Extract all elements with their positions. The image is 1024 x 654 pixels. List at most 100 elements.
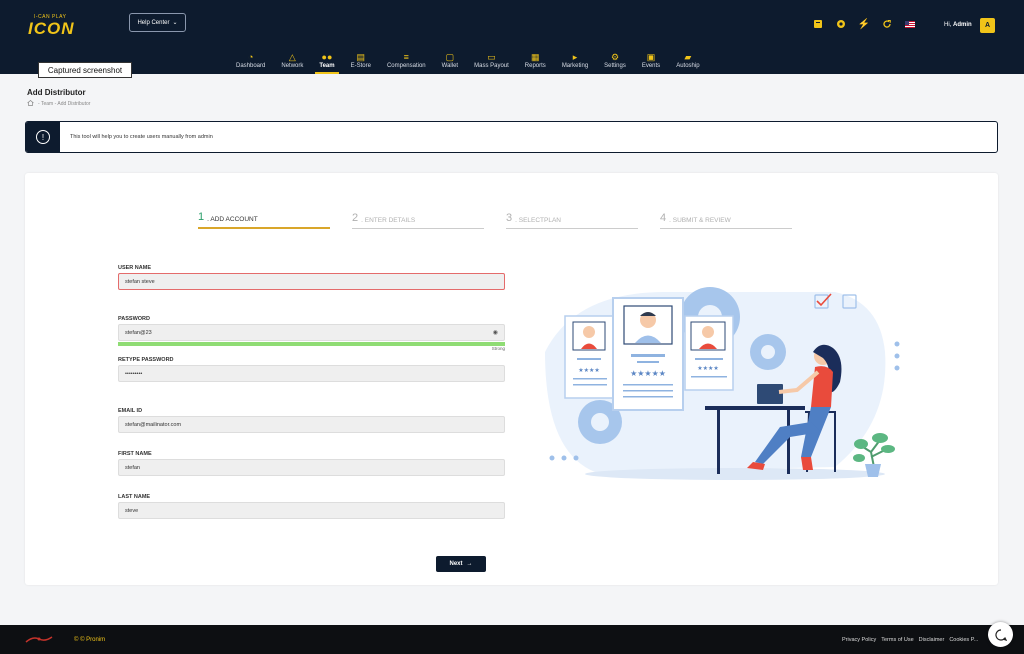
report-icon: ▦ <box>531 51 540 62</box>
lightning-icon[interactable]: ⚡ <box>858 18 870 30</box>
svg-text:★★★★: ★★★★ <box>697 365 719 372</box>
breadcrumb: - Team - Add Distributor <box>27 100 90 108</box>
footer-link-disclaimer[interactable]: Disclaimer <box>919 637 945 643</box>
nav-marketing[interactable]: ▸ Marketing <box>554 46 596 74</box>
main-nav: ◔ Dashboard △ Network ●● Team ▤ E-Store … <box>228 46 708 74</box>
alert-icon-box: ! <box>26 122 60 152</box>
nav-label: Network <box>281 62 304 69</box>
nav-label: Compensation <box>386 62 426 69</box>
last-name-label: LAST NAME <box>118 494 151 500</box>
password-label: PASSWORD <box>118 316 150 322</box>
step-label: . ENTER DETAILS <box>361 217 416 224</box>
alert-text: This tool will help you to create users … <box>70 134 213 140</box>
next-button[interactable]: Next → <box>436 556 486 572</box>
nav-label: Settings <box>604 62 626 69</box>
wizard-steps: 1 . ADD ACCOUNT 2 . ENTER DETAILS 3 . SE… <box>198 209 792 229</box>
username-field[interactable]: stefan steve <box>118 273 505 290</box>
home-icon[interactable] <box>27 100 34 108</box>
step-enter-details[interactable]: 2 . ENTER DETAILS <box>352 209 484 229</box>
top-icons: ⚡ <box>812 18 916 30</box>
step-label: . ADD ACCOUNT <box>207 216 258 223</box>
nav-network[interactable]: △ Network <box>273 46 311 74</box>
help-center-label: Help Center <box>137 19 170 26</box>
team-icon: ●● <box>321 51 333 62</box>
nav-events[interactable]: ▣ Events <box>634 46 668 74</box>
refresh-icon[interactable] <box>881 18 893 30</box>
retype-password-label: RETYPE PASSWORD <box>118 357 174 363</box>
step-number: 4 <box>660 212 667 224</box>
retype-password-field[interactable]: ••••••••• <box>118 365 505 382</box>
notes-icon[interactable] <box>812 18 824 30</box>
calendar-icon: ▣ <box>646 51 656 62</box>
nav-settings[interactable]: ⚙ Settings <box>596 46 634 74</box>
nav-reports[interactable]: ▦ Reports <box>517 46 554 74</box>
svg-text:★★★★: ★★★★ <box>578 367 600 374</box>
nav-team[interactable]: ●● Team <box>311 46 342 74</box>
nav-label: Mass Payout <box>474 62 509 69</box>
chat-button[interactable] <box>988 622 1013 647</box>
wallet-icon: ▢ <box>445 51 455 62</box>
megaphone-icon: ▸ <box>572 51 578 62</box>
password-strength-text: Strong <box>491 346 505 351</box>
footer-link-privacy[interactable]: Privacy Policy <box>842 637 876 643</box>
brand-logo[interactable]: I-CAN PLAY ICON <box>28 14 92 38</box>
first-name-label: FIRST NAME <box>118 451 152 457</box>
nav-label: Wallet <box>441 62 459 69</box>
nav-dashboard[interactable]: ◔ Dashboard <box>228 46 273 74</box>
nav-label: Team <box>319 62 335 69</box>
copyright: © © Pronim <box>74 637 106 643</box>
greeting-text: Hi, <box>944 22 952 28</box>
nav-wallet[interactable]: ▢ Wallet <box>434 46 466 74</box>
step-select-plan[interactable]: 3 . SELECTPLAN <box>506 209 638 229</box>
nav-label: E-Store <box>350 62 371 69</box>
avatar[interactable]: A <box>980 18 995 33</box>
footer: © © Pronim Privacy Policy Terms of Use D… <box>0 625 1024 654</box>
footer-logo[interactable] <box>25 635 53 644</box>
info-alert: ! This tool will help you to create user… <box>25 121 998 153</box>
svg-text:★★★★★: ★★★★★ <box>630 369 666 378</box>
add-account-form: USER NAME stefan steve PASSWORD stefan@2… <box>118 265 505 519</box>
footer-link-terms[interactable]: Terms of Use <box>881 637 913 643</box>
username-label: USER NAME <box>118 265 152 271</box>
step-label: . SUBMIT & REVIEW <box>669 217 731 224</box>
breadcrumb-path: - Team - Add Distributor <box>38 101 91 107</box>
nav-mass-payout[interactable]: ▭ Mass Payout <box>466 46 517 74</box>
nav-label: Events <box>641 62 661 69</box>
top-bar: I-CAN PLAY ICON Help Center ⌄ ⚡ Hi, Admi… <box>0 0 1024 74</box>
nav-label: Autoship <box>676 62 700 69</box>
page-title: Add Distributor <box>27 88 86 97</box>
card-icon: ▭ <box>487 51 496 62</box>
email-field[interactable]: stefan@mailinator.com <box>118 416 505 433</box>
step-submit-review[interactable]: 4 . SUBMIT & REVIEW <box>660 209 792 229</box>
currency-icon[interactable] <box>835 18 847 30</box>
nav-autoship[interactable]: ▰ Autoship <box>668 46 707 74</box>
last-name-field[interactable]: steve <box>118 502 505 519</box>
next-label: Next <box>449 561 463 567</box>
step-number: 1 <box>198 211 205 223</box>
email-label: EMAIL ID <box>118 408 143 414</box>
logo-text: ICON <box>28 19 75 38</box>
nav-label: Dashboard <box>236 62 266 69</box>
footer-links: Privacy Policy Terms of Use Disclaimer C… <box>842 637 978 643</box>
chat-icon <box>994 628 1007 641</box>
info-icon: ! <box>36 130 50 144</box>
user-greeting[interactable]: Hi, Admin <box>944 22 972 28</box>
eye-icon[interactable]: ◉ <box>493 329 498 336</box>
nav-compensation[interactable]: ≡ Compensation <box>379 46 434 74</box>
network-icon: △ <box>288 51 296 62</box>
us-flag-icon[interactable] <box>904 18 916 30</box>
step-number: 2 <box>352 212 359 224</box>
step-number: 3 <box>506 212 513 224</box>
footer-link-cookies[interactable]: Cookies P... <box>949 637 978 643</box>
screenshot-tooltip: Captured screenshot <box>38 62 132 78</box>
first-name-field[interactable]: stefan <box>118 459 505 476</box>
sliders-icon: ≡ <box>403 51 409 62</box>
nav-e-store[interactable]: ▤ E-Store <box>343 46 379 74</box>
step-add-account[interactable]: 1 . ADD ACCOUNT <box>198 209 330 229</box>
user-name: Admin <box>953 22 972 28</box>
nav-label: Reports <box>524 62 546 69</box>
help-center-dropdown[interactable]: Help Center ⌄ <box>129 13 186 32</box>
chevron-down-icon: ⌄ <box>172 20 178 26</box>
password-value: stefan@23 <box>125 329 152 336</box>
password-field[interactable]: stefan@23 ◉ <box>118 324 505 341</box>
